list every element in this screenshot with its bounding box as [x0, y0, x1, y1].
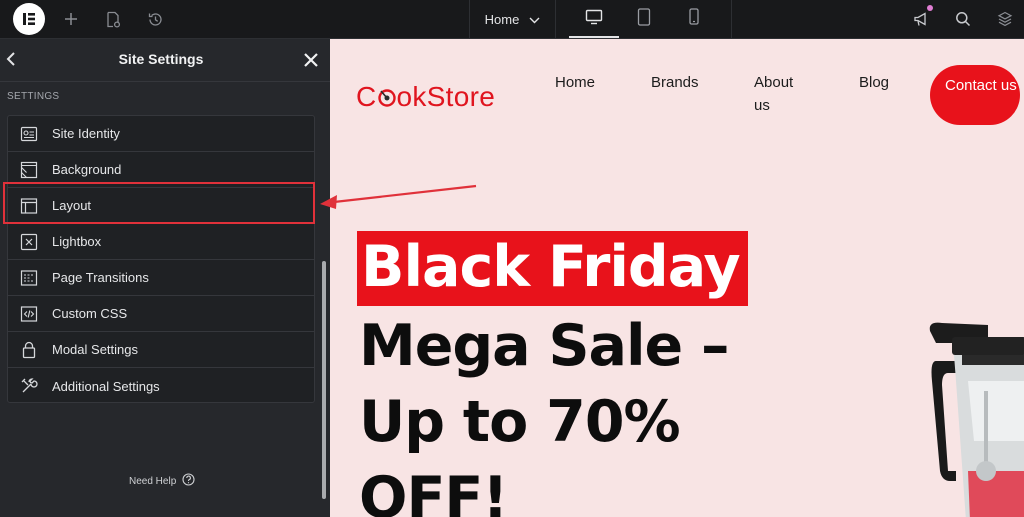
settings-item-page-transitions[interactable]: Page Transitions — [8, 260, 314, 296]
tablet-view-button[interactable] — [619, 0, 669, 38]
settings-item-label: Site Identity — [52, 126, 120, 141]
add-icon[interactable] — [60, 0, 82, 38]
additional-settings-icon — [19, 376, 39, 396]
page-selector-label: Home — [484, 11, 520, 27]
need-help-link[interactable]: Need Help — [129, 473, 195, 489]
settings-item-label: Lightbox — [52, 234, 102, 249]
brand-name-rest: okStore — [396, 81, 496, 112]
settings-item-label: Page Transitions — [52, 270, 149, 285]
desktop-view-button[interactable] — [569, 0, 619, 38]
settings-list: Site Identity Background Layout Lightbox… — [7, 115, 315, 403]
separator — [731, 0, 732, 38]
desktop-icon — [585, 9, 603, 30]
settings-item-modal-settings[interactable]: Modal Settings — [8, 332, 314, 368]
help-icon — [182, 473, 195, 489]
top-bar: Home — [0, 0, 1024, 39]
contact-us-button[interactable]: Contact us — [930, 65, 1020, 125]
page-preview: CokStore Home Brands About us Blog Conta… — [330, 39, 1024, 517]
hero-line-4: OFF! — [359, 465, 508, 517]
close-icon[interactable] — [302, 51, 320, 69]
panel-header: Site Settings — [0, 39, 330, 82]
section-label: SETTINGS — [7, 91, 60, 102]
nav-home[interactable]: Home — [555, 71, 595, 94]
settings-item-additional-settings[interactable]: Additional Settings — [8, 368, 314, 404]
blender-image — [926, 321, 1024, 517]
settings-item-label: Modal Settings — [52, 342, 138, 357]
hero-line-2: Mega Sale – — [359, 313, 730, 379]
structure-layers-icon[interactable] — [994, 0, 1016, 38]
chevron-down-icon — [529, 12, 540, 27]
settings-item-custom-css[interactable]: Custom CSS — [8, 296, 314, 332]
lightbox-icon — [19, 232, 39, 252]
background-icon — [19, 160, 39, 180]
settings-item-label: Additional Settings — [52, 378, 160, 394]
settings-item-lightbox[interactable]: Lightbox — [8, 224, 314, 260]
layout-highlight-annotation — [3, 182, 315, 224]
notification-dot — [927, 5, 933, 11]
hero-highlight-text: Black Friday — [361, 234, 741, 300]
site-identity-icon — [19, 124, 39, 144]
settings-item-site-identity[interactable]: Site Identity — [8, 116, 314, 152]
page-selector[interactable]: Home — [470, 0, 555, 38]
brand-first-letter: C — [356, 81, 377, 112]
mobile-view-button[interactable] — [669, 0, 719, 38]
need-help-label: Need Help — [129, 475, 177, 487]
elementor-logo-icon[interactable] — [13, 3, 45, 35]
nav-brands[interactable]: Brands — [651, 71, 699, 94]
settings-item-label: Custom CSS — [52, 306, 128, 321]
separator — [555, 0, 556, 38]
custom-css-icon — [19, 304, 39, 324]
site-settings-panel: Site Settings SETTINGS Site Identity Bac… — [0, 39, 330, 517]
brand-pot-icon — [377, 81, 397, 112]
nav-about-us[interactable]: About us — [754, 71, 810, 117]
mobile-icon — [689, 8, 699, 30]
tablet-icon — [637, 7, 651, 31]
announcements-icon[interactable] — [910, 0, 934, 38]
cookstore-logo[interactable]: CokStore — [356, 81, 495, 113]
nav-blog[interactable]: Blog — [859, 71, 889, 94]
panel-scrollbar[interactable] — [322, 261, 326, 499]
modal-settings-icon — [19, 340, 39, 360]
hero-line-3: Up to 70% — [359, 389, 681, 455]
search-icon[interactable] — [952, 0, 974, 38]
page-transitions-icon — [19, 268, 39, 288]
history-icon[interactable] — [144, 0, 166, 38]
page-settings-icon[interactable] — [102, 0, 124, 38]
settings-item-label: Background — [52, 162, 122, 177]
panel-title: Site Settings — [118, 51, 204, 67]
